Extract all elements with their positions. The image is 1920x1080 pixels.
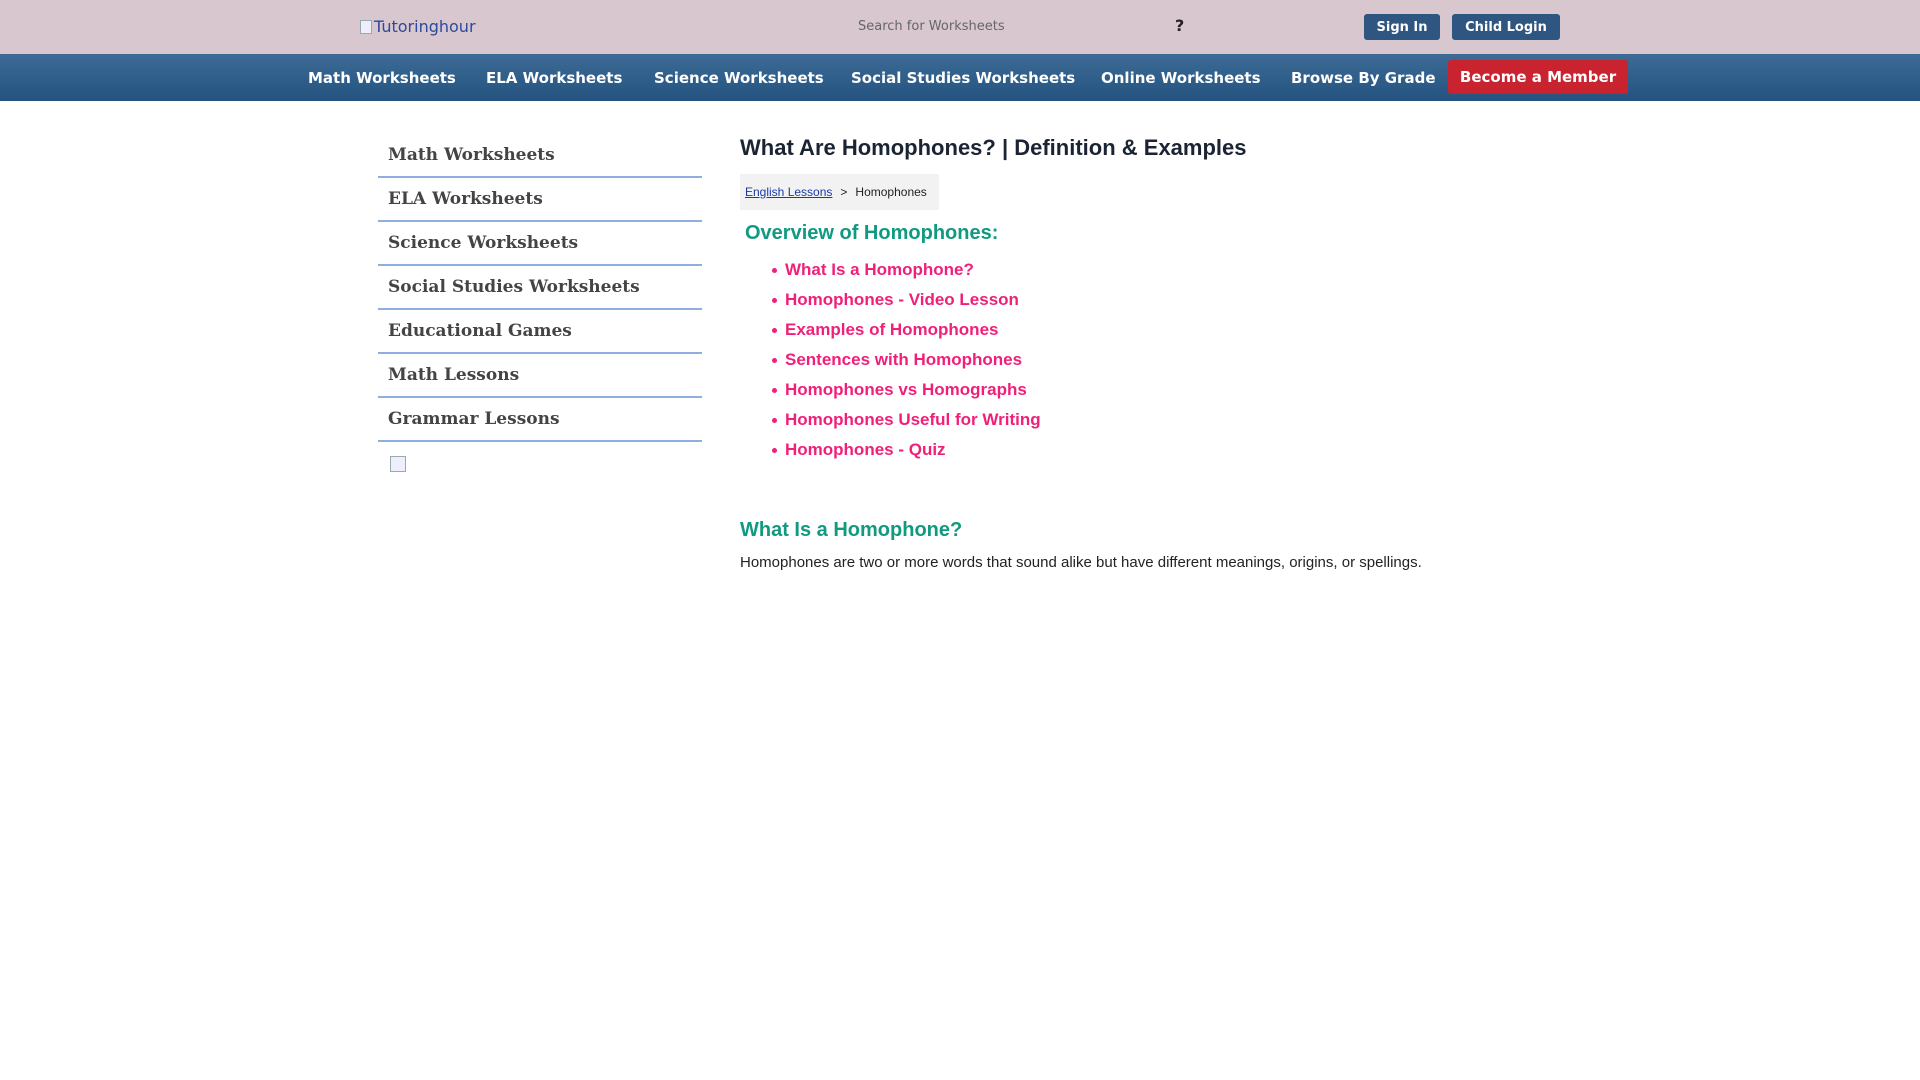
become-member-button[interactable]: Become a Member: [1448, 60, 1628, 94]
sidebar-item-ela-worksheets[interactable]: ELA Worksheets: [378, 178, 702, 222]
breadcrumb-current: Homophones: [855, 185, 927, 199]
toc-link[interactable]: Examples of Homophones: [772, 315, 1640, 345]
child-login-button[interactable]: Child Login: [1452, 14, 1560, 40]
toc-link[interactable]: What Is a Homophone?: [772, 255, 1640, 285]
sidebar: Math Worksheets ELA Worksheets Science W…: [378, 134, 702, 472]
sidebar-item-social-studies-worksheets[interactable]: Social Studies Worksheets: [378, 266, 702, 310]
broken-image-icon: [360, 19, 372, 34]
logo-alt-text: Tutoringhour: [374, 17, 476, 36]
toc-link[interactable]: Homophones Useful for Writing: [772, 405, 1640, 435]
section-heading: What Is a Homophone?: [740, 519, 963, 541]
site-logo[interactable]: Tutoringhour: [360, 17, 476, 36]
sidebar-item-science-worksheets[interactable]: Science Worksheets: [378, 222, 702, 266]
sidebar-item-math-lessons[interactable]: Math Lessons: [378, 354, 702, 398]
section-paragraph: Homophones are two or more words that so…: [740, 554, 1422, 571]
toc-link[interactable]: Homophones - Quiz: [772, 435, 1640, 465]
toc-link[interactable]: Homophones vs Homographs: [772, 375, 1640, 405]
search-input[interactable]: [848, 10, 1198, 42]
toc-link[interactable]: Homophones - Video Lesson: [772, 285, 1640, 315]
sidebar-item-math-worksheets[interactable]: Math Worksheets: [378, 134, 702, 178]
broken-image-icon: [390, 456, 406, 472]
nav-item-browse-by-grade[interactable]: Browse By Grade: [1291, 54, 1436, 101]
overview-heading: Overview of Homophones:: [745, 222, 999, 244]
toc-link[interactable]: Sentences with Homophones: [772, 345, 1640, 375]
sidebar-item-educational-games[interactable]: Educational Games: [378, 310, 702, 354]
nav-item-online-worksheets[interactable]: Online Worksheets: [1101, 54, 1261, 101]
sign-in-button[interactable]: Sign In: [1364, 14, 1440, 40]
breadcrumb-separator: >: [840, 185, 848, 199]
nav-item-social-studies-worksheets[interactable]: Social Studies Worksheets: [851, 54, 1075, 101]
table-of-contents: What Is a Homophone? Homophones - Video …: [772, 255, 1640, 465]
search-box: [848, 10, 1198, 42]
breadcrumb-link-english-lessons[interactable]: English Lessons: [745, 185, 832, 199]
nav-item-science-worksheets[interactable]: Science Worksheets: [654, 54, 824, 101]
page-title: What Are Homophones? | Definition & Exam…: [740, 135, 1247, 160]
main-nav: Math Worksheets ELA Worksheets Science W…: [0, 54, 1920, 101]
nav-item-ela-worksheets[interactable]: ELA Worksheets: [486, 54, 622, 101]
main-content: What Are Homophones? | Definition & Exam…: [740, 134, 1640, 571]
top-header: Tutoringhour ? Sign In Child Login: [0, 0, 1920, 54]
sidebar-item-grammar-lessons[interactable]: Grammar Lessons: [378, 398, 702, 442]
search-button[interactable]: ?: [1175, 16, 1184, 35]
nav-item-math-worksheets[interactable]: Math Worksheets: [308, 54, 456, 101]
breadcrumb: English Lessons > Homophones: [740, 174, 939, 210]
